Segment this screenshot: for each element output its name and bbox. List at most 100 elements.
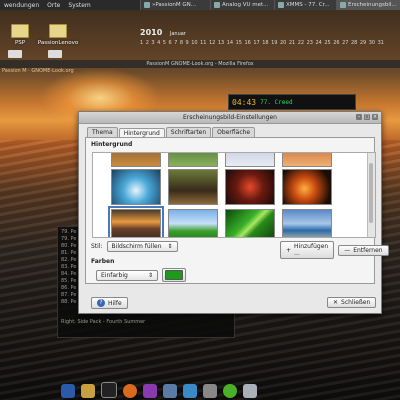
gallery-scrollbar[interactable] bbox=[367, 153, 375, 237]
calendar-day: 14 bbox=[226, 40, 234, 46]
files-icon[interactable] bbox=[81, 384, 95, 398]
wallpaper-actions: + Hinzufügen ... — Entfernen bbox=[280, 241, 389, 259]
tab-theme[interactable]: Thema bbox=[87, 127, 118, 137]
chat-icon[interactable] bbox=[223, 384, 237, 398]
calendar-day: 5 bbox=[162, 40, 166, 46]
menu-applications[interactable]: wendungen bbox=[0, 2, 43, 9]
tab-interface[interactable]: Oberfläche bbox=[212, 127, 256, 137]
calendar-day: 10 bbox=[191, 40, 198, 46]
calendar-day: 2 bbox=[145, 40, 149, 46]
wallpaper-thumb[interactable] bbox=[225, 209, 275, 237]
appearance-icon bbox=[340, 2, 346, 8]
calendar-day: 13 bbox=[217, 40, 225, 46]
wallpaper-thumb[interactable] bbox=[225, 153, 275, 167]
calendar-day: 28 bbox=[350, 40, 358, 46]
chevron-down-icon: ⇕ bbox=[167, 243, 173, 250]
scrollbar-thumb[interactable] bbox=[369, 163, 373, 223]
calendar-day: 23 bbox=[306, 40, 313, 46]
wallpaper-thumb-selected[interactable] bbox=[108, 206, 164, 237]
calendar-day: 6 bbox=[168, 40, 172, 46]
taskbar-item-appearance[interactable]: Erscheinungsbil... bbox=[336, 0, 400, 10]
drive-icon[interactable] bbox=[48, 50, 62, 58]
calendar-day: 7 bbox=[174, 40, 178, 46]
plus-icon: + bbox=[286, 246, 292, 254]
xmms-player[interactable]: 04:43 77. Creed bbox=[228, 94, 356, 110]
image-icon[interactable] bbox=[183, 384, 197, 398]
xmms-track: 77. Creed bbox=[260, 98, 293, 106]
calendar-day: 12 bbox=[208, 40, 216, 46]
add-wallpaper-button[interactable]: + Hinzufügen ... bbox=[280, 241, 335, 259]
wallpaper-thumb[interactable] bbox=[282, 153, 332, 167]
dialog-titlebar[interactable]: Erscheinungsbild-Einstellungen – □ × bbox=[79, 112, 381, 124]
taskbar-item-xmms[interactable]: XMMS - 77. Cr... bbox=[274, 0, 339, 10]
wallpaper-thumb[interactable] bbox=[168, 209, 218, 237]
calendar-day: 4 bbox=[157, 40, 161, 46]
dialog-footer-right: ✕ Schließen bbox=[327, 297, 377, 308]
calendar-day: 1 bbox=[140, 40, 144, 46]
dialog-footer-left: ? Hilfe bbox=[91, 297, 128, 309]
style-select[interactable]: Bildschirm füllen ⇕ bbox=[106, 241, 178, 252]
appearance-dialog: Erscheinungsbild-Einstellungen – □ × The… bbox=[78, 111, 389, 314]
colors-row: Einfarbig ⇕ bbox=[96, 268, 186, 282]
maximize-icon[interactable]: □ bbox=[364, 114, 370, 120]
firefox-window-title[interactable]: PassionM GNOME-Look.org - Mozilla Firefo… bbox=[0, 60, 400, 68]
wallpaper-thumb[interactable] bbox=[168, 153, 218, 167]
calendar-day: 15 bbox=[235, 40, 242, 46]
background-panel: Hintergrund Stil: Bildschirm füllen ⇕ + … bbox=[85, 137, 389, 284]
calendar-day: 30 bbox=[368, 40, 376, 46]
calendar-days: 1 2 3 4 5 6 7 8 9 10 11 12 13 14 15 16 17 18 19 20 21 22 23 24 2… bbox=[140, 40, 384, 46]
calendar-day: 29 bbox=[359, 40, 367, 46]
calendar-day: 21 bbox=[288, 40, 296, 46]
help-icon: ? bbox=[97, 299, 105, 307]
vu-meter-icon bbox=[214, 2, 220, 8]
calendar-day: 18 bbox=[262, 40, 269, 46]
firefox-icon bbox=[144, 2, 150, 8]
close-button[interactable]: ✕ Schließen bbox=[327, 297, 377, 308]
calendar-day: 31 bbox=[377, 40, 384, 46]
dock bbox=[55, 380, 391, 398]
calendar-day: 9 bbox=[185, 40, 189, 46]
wallpaper-thumb[interactable] bbox=[168, 169, 218, 205]
calendar-day: 8 bbox=[179, 40, 183, 46]
style-row: Stil: Bildschirm füllen ⇕ bbox=[91, 241, 178, 252]
wallpaper-thumb[interactable] bbox=[282, 209, 332, 237]
wallpaper-thumb[interactable] bbox=[282, 169, 332, 205]
wallpaper-thumb[interactable] bbox=[111, 169, 161, 205]
close-icon: ✕ bbox=[333, 299, 339, 306]
home-icon[interactable] bbox=[61, 384, 75, 398]
dialog-title: Erscheinungsbild-Einstellungen bbox=[183, 114, 277, 121]
taskbar-item-firefox[interactable]: »PassionM GN... bbox=[140, 0, 213, 10]
menu-system[interactable]: System bbox=[64, 2, 94, 9]
settings-icon[interactable] bbox=[203, 384, 217, 398]
wallpaper-thumb[interactable] bbox=[225, 169, 275, 205]
terminal-icon[interactable] bbox=[101, 382, 117, 398]
music-icon[interactable] bbox=[143, 384, 157, 398]
minimize-icon[interactable]: – bbox=[356, 114, 362, 120]
drive-icon[interactable] bbox=[8, 50, 22, 58]
calendar-day: 22 bbox=[297, 40, 305, 46]
menu-places[interactable]: Orte bbox=[43, 2, 64, 9]
tab-bar: Thema Hintergrund Schriftarten Oberfläch… bbox=[87, 127, 381, 138]
color-mode-select[interactable]: Einfarbig ⇕ bbox=[96, 269, 158, 281]
wallpaper-gallery[interactable] bbox=[92, 152, 376, 238]
calendar-day: 26 bbox=[333, 40, 340, 46]
help-button[interactable]: ? Hilfe bbox=[91, 297, 128, 309]
close-icon[interactable]: × bbox=[372, 114, 378, 120]
desktop-icon-passion[interactable]: PassionLenovo bbox=[34, 24, 82, 46]
chevron-down-icon: ⇕ bbox=[147, 271, 153, 279]
color-picker-button[interactable] bbox=[162, 268, 186, 282]
taskbar-item-vu-meter[interactable]: Analog VU met... bbox=[210, 0, 277, 10]
trash-icon[interactable] bbox=[243, 384, 257, 398]
calendar-day: 17 bbox=[253, 40, 260, 46]
calendar-day: 3 bbox=[151, 40, 155, 46]
wallpaper-thumb[interactable] bbox=[111, 153, 161, 167]
remove-wallpaper-button[interactable]: — Entfernen bbox=[338, 244, 389, 256]
color-swatch bbox=[165, 270, 183, 280]
calendar-day: 11 bbox=[200, 40, 207, 46]
tab-fonts[interactable]: Schriftarten bbox=[165, 127, 212, 137]
calendar-year: 2010 bbox=[140, 28, 163, 37]
firefox-icon[interactable] bbox=[123, 384, 137, 398]
style-label: Stil: bbox=[91, 243, 103, 250]
calendar-day: 16 bbox=[244, 40, 251, 46]
camera-icon[interactable] bbox=[163, 384, 177, 398]
